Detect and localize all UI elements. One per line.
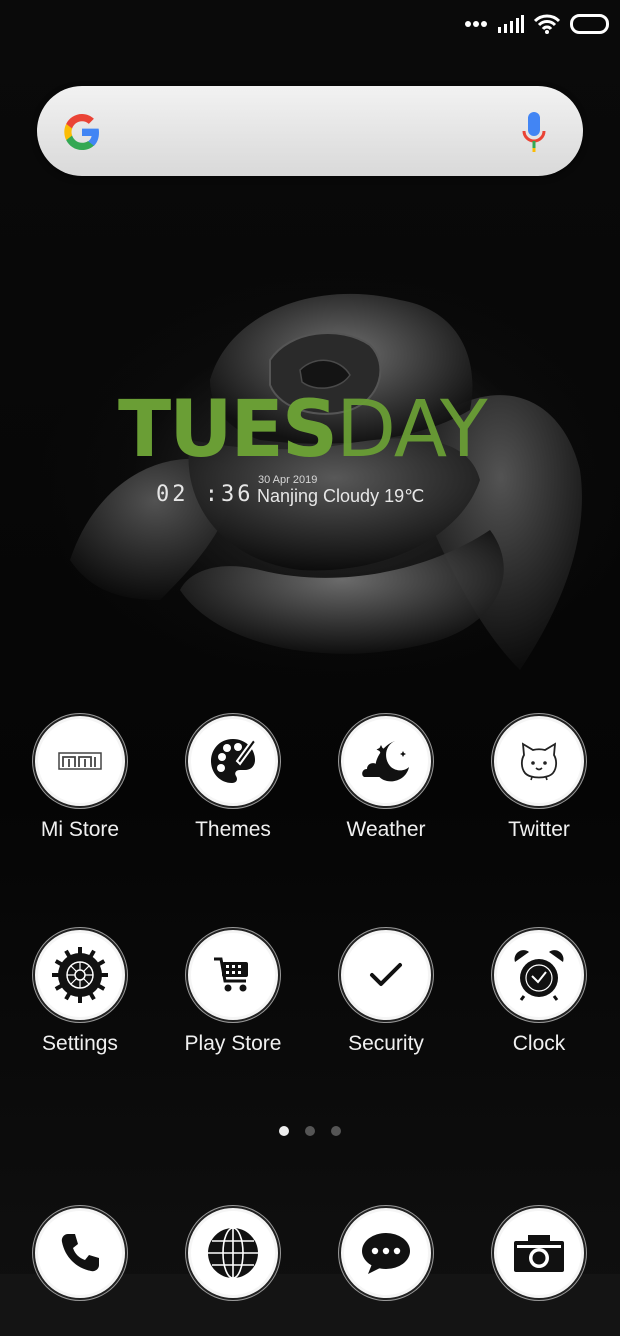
app-icon-circle[interactable] [494, 930, 584, 1020]
app-label: Clock [512, 1032, 566, 1055]
app-icon-circle[interactable] [35, 1208, 125, 1298]
app-icon-circle[interactable] [35, 716, 125, 806]
gear-icon [52, 947, 108, 1003]
google-g-icon[interactable] [59, 109, 105, 155]
app-security[interactable]: Security [311, 930, 461, 1056]
page-dot[interactable] [331, 1126, 341, 1136]
weekday-bold-part: TUES [118, 385, 338, 475]
app-play-store[interactable]: Play Store [158, 930, 308, 1056]
search-input[interactable] [127, 106, 511, 158]
wifi-icon [534, 14, 560, 34]
weekday-light-part: DAY [336, 385, 488, 475]
app-icon-circle[interactable] [341, 1208, 431, 1298]
signal-icon [498, 15, 524, 33]
app-label: Security [348, 1032, 424, 1055]
phone-icon [61, 1234, 99, 1272]
palette-icon [211, 737, 258, 783]
camera-icon [514, 1235, 564, 1272]
alarm-clock-icon [514, 950, 564, 1001]
app-icon-circle[interactable] [188, 930, 278, 1020]
app-icon-circle[interactable] [35, 930, 125, 1020]
shopping-cart-icon [214, 957, 248, 992]
page-dot[interactable] [305, 1126, 315, 1136]
battery-icon [570, 14, 609, 34]
page-indicator[interactable] [279, 1126, 341, 1136]
app-icon-circle[interactable] [341, 716, 431, 806]
widget-weather[interactable]: Nanjing Cloudy 19℃ [257, 486, 424, 507]
globe-icon [208, 1227, 258, 1279]
app-label: Play Store [184, 1032, 282, 1055]
moon-cloud-icon [362, 741, 409, 782]
dock-messages[interactable] [311, 1208, 461, 1298]
chat-bubble-icon [362, 1233, 410, 1274]
app-label: Settings [42, 1032, 118, 1055]
app-themes[interactable]: Themes [158, 716, 308, 842]
app-label: Mi Store [40, 818, 120, 841]
weekday-display[interactable]: TUESDAY [118, 390, 488, 470]
dock-browser[interactable] [158, 1208, 308, 1298]
app-icon-circle[interactable] [494, 716, 584, 806]
cat-face-icon [520, 742, 558, 781]
app-label: Twitter [508, 818, 570, 841]
dock-phone[interactable] [5, 1208, 155, 1298]
check-icon [370, 963, 402, 986]
app-clock[interactable]: Clock [464, 930, 614, 1056]
dock-camera[interactable] [464, 1208, 614, 1298]
app-weather[interactable]: Weather [311, 716, 461, 842]
rose-wallpaper [70, 293, 582, 670]
app-icon-circle[interactable] [188, 1208, 278, 1298]
more-dots-icon [465, 21, 487, 27]
app-icon-circle[interactable] [188, 716, 278, 806]
app-icon-circle[interactable] [494, 1208, 584, 1298]
app-label: Themes [195, 818, 271, 841]
widget-date: 30 Apr 2019 [258, 474, 318, 486]
clock-time[interactable]: 02 :36 [156, 482, 253, 507]
home-screen: TUESDAY 02 :36 30 Apr 2019 Nanjing Cloud… [0, 0, 620, 1336]
microphone-icon[interactable] [521, 111, 547, 153]
app-icon-circle[interactable] [341, 930, 431, 1020]
status-bar [464, 10, 610, 38]
app-settings[interactable]: Settings [5, 930, 155, 1056]
app-mi-store[interactable]: Mi Store [5, 716, 155, 842]
app-label: Weather [346, 818, 426, 841]
page-dot-active[interactable] [279, 1126, 289, 1136]
app-twitter[interactable]: Twitter [464, 716, 614, 842]
google-search-bar[interactable] [37, 86, 583, 176]
mi-store-icon [58, 752, 102, 770]
